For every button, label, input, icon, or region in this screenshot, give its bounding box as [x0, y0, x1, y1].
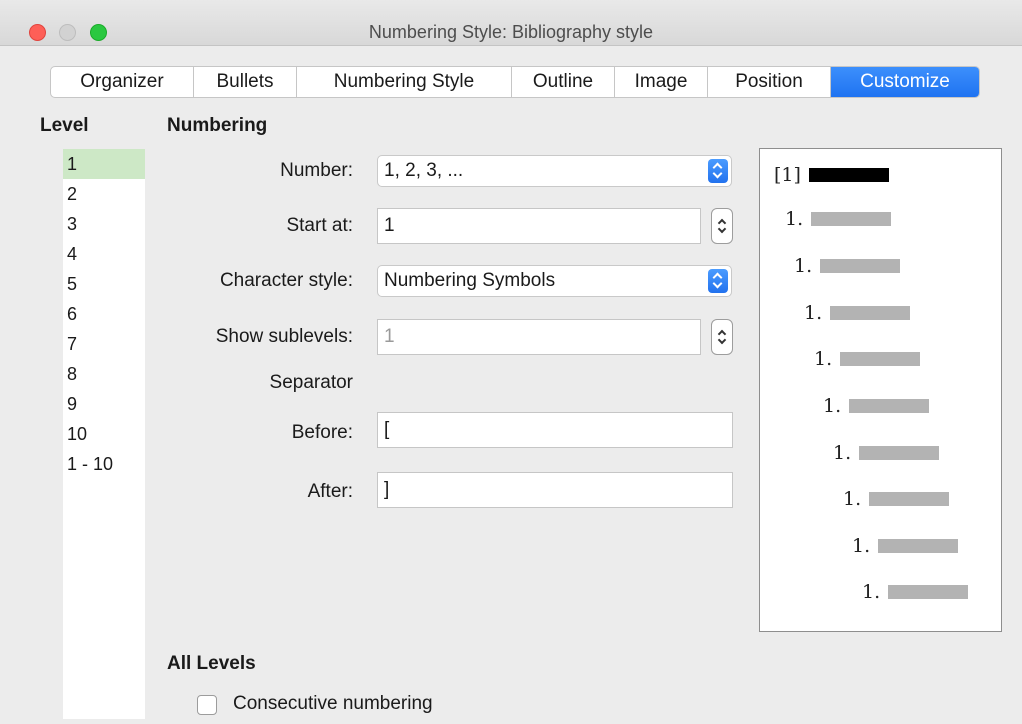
level-item-8[interactable]: 8	[63, 359, 145, 389]
window-titlebar: Numbering Style: Bibliography style	[0, 0, 1022, 46]
preview-number: 1.	[843, 488, 862, 510]
preview-number: 1.	[823, 395, 842, 417]
preview-row: 1.	[794, 254, 901, 278]
before-input[interactable]: [	[377, 412, 733, 448]
preview-number: 1.	[833, 442, 852, 464]
level-heading: Level	[40, 115, 89, 136]
preview-row: 1.	[785, 207, 892, 231]
preview-row: 1.	[862, 580, 969, 604]
preview-number: 1.	[785, 208, 804, 230]
numbering-preview: [1] 1. 1. 1. 1. 1. 1. 1. 1. 1.	[759, 148, 1002, 632]
window-title: Numbering Style: Bibliography style	[368, 22, 654, 42]
preview-number: [1]	[774, 164, 801, 186]
separator-label: Separator	[269, 372, 353, 393]
preview-number: 1.	[814, 348, 833, 370]
consecutive-numbering-label[interactable]: Consecutive numbering	[233, 693, 433, 715]
tab-numbering-style[interactable]: Numbering Style	[297, 67, 512, 97]
preview-row: 1.	[833, 441, 940, 465]
level-item-5[interactable]: 5	[63, 269, 145, 299]
tab-customize[interactable]: Customize	[831, 67, 979, 97]
show-sublevels-stepper[interactable]	[711, 319, 733, 355]
before-label: Before:	[291, 422, 353, 443]
preview-text-bar	[869, 492, 950, 506]
level-item-2[interactable]: 2	[63, 179, 145, 209]
number-select-value: 1, 2, 3, ...	[384, 160, 464, 181]
preview-text-bar	[808, 168, 889, 182]
level-item-10[interactable]: 10	[63, 419, 145, 449]
preview-number: 1.	[852, 535, 871, 557]
character-style-select[interactable]: Numbering Symbols	[377, 265, 732, 297]
preview-number: 1.	[804, 302, 823, 324]
preview-row: [1]	[774, 163, 889, 187]
level-item-3[interactable]: 3	[63, 209, 145, 239]
level-list[interactable]: 1 2 3 4 5 6 7 8 9 10 1 - 10	[63, 149, 145, 719]
preview-row: 1.	[852, 534, 959, 558]
tab-outline[interactable]: Outline	[512, 67, 615, 97]
tab-bar: Organizer Bullets Numbering Style Outlin…	[50, 66, 980, 98]
number-label: Number:	[280, 160, 353, 181]
tab-bullets[interactable]: Bullets	[194, 67, 297, 97]
character-style-value: Numbering Symbols	[384, 270, 556, 291]
tab-position[interactable]: Position	[708, 67, 831, 97]
start-at-stepper[interactable]	[711, 208, 733, 244]
consecutive-numbering-checkbox[interactable]	[197, 695, 217, 715]
start-at-input[interactable]: 1	[377, 208, 701, 244]
level-item-1[interactable]: 1	[63, 149, 145, 179]
start-at-label: Start at:	[286, 215, 353, 236]
character-style-label: Character style:	[219, 270, 353, 291]
after-label: After:	[307, 481, 353, 502]
numbering-heading: Numbering	[167, 115, 268, 136]
preview-text-bar	[859, 446, 940, 460]
preview-text-bar	[888, 585, 969, 599]
level-item-7[interactable]: 7	[63, 329, 145, 359]
preview-text-bar	[820, 259, 901, 273]
show-sublevels-label: Show sublevels:	[215, 326, 353, 347]
number-select[interactable]: 1, 2, 3, ...	[377, 155, 732, 187]
preview-text-bar	[849, 399, 930, 413]
preview-row: 1.	[823, 394, 930, 418]
preview-text-bar	[840, 352, 921, 366]
chevron-updown-icon	[708, 269, 728, 293]
preview-text-bar	[811, 212, 892, 226]
level-item-4[interactable]: 4	[63, 239, 145, 269]
preview-text-bar	[878, 539, 959, 553]
preview-row: 1.	[814, 347, 921, 371]
preview-text-bar	[830, 306, 911, 320]
chevron-updown-icon	[708, 159, 728, 183]
all-levels-heading: All Levels	[167, 653, 256, 674]
tab-image[interactable]: Image	[615, 67, 708, 97]
level-item-all[interactable]: 1 - 10	[63, 449, 145, 479]
show-sublevels-input[interactable]: 1	[377, 319, 701, 355]
level-item-9[interactable]: 9	[63, 389, 145, 419]
preview-number: 1.	[862, 581, 881, 603]
preview-row: 1.	[843, 487, 950, 511]
tab-organizer[interactable]: Organizer	[51, 67, 194, 97]
after-input[interactable]: ]	[377, 472, 733, 508]
level-item-6[interactable]: 6	[63, 299, 145, 329]
preview-number: 1.	[794, 255, 813, 277]
preview-row: 1.	[804, 301, 911, 325]
